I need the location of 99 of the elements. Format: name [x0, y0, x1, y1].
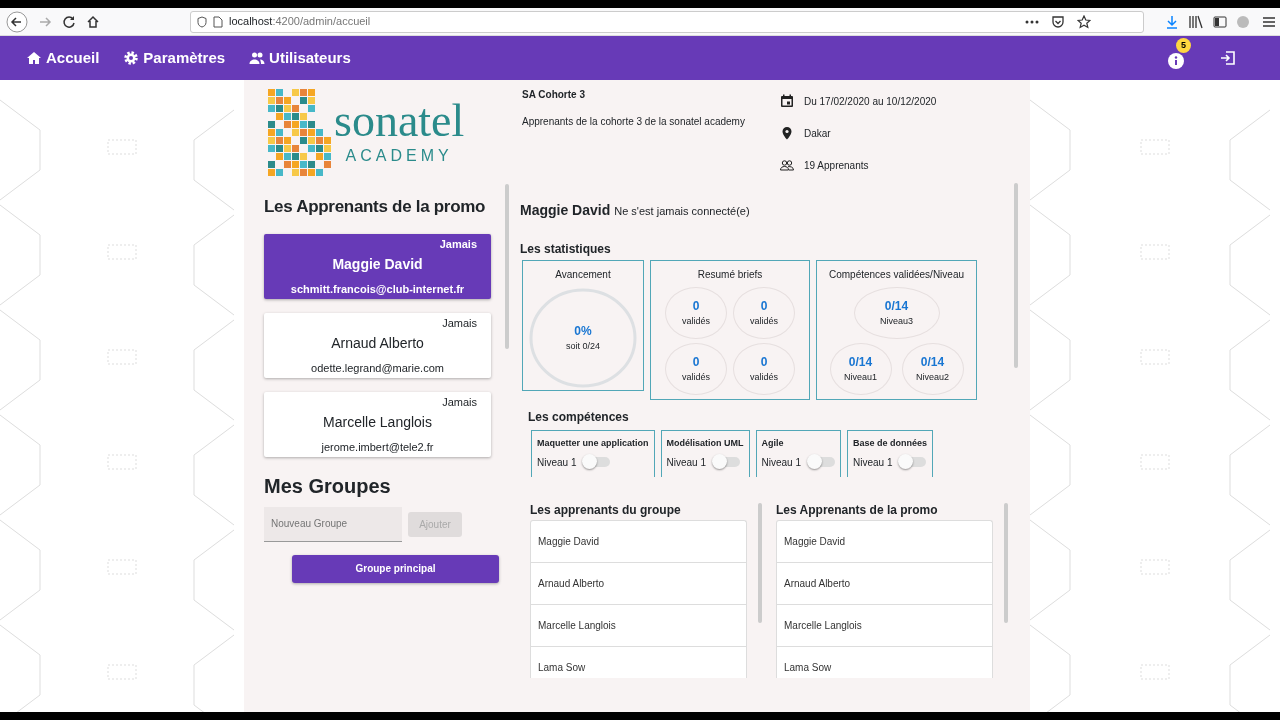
panel-title: Compétences validées/Niveau	[827, 268, 966, 282]
stat-label: validés	[682, 315, 710, 329]
sidebar-icon[interactable]	[1213, 15, 1227, 28]
shield-icon	[197, 15, 207, 28]
stat-value: 0	[692, 298, 700, 316]
stat-value: 0	[760, 298, 768, 316]
toggle-switch[interactable]	[584, 457, 611, 467]
main-group-button[interactable]: Groupe principal	[292, 554, 499, 583]
list-item[interactable]: Maggie David	[777, 521, 992, 563]
section-title: Les Apprenants de la promo	[264, 196, 487, 218]
notification-badge: 5	[1176, 38, 1191, 53]
stat-label: validés	[682, 371, 710, 385]
section-title: Mes Groupes	[264, 473, 392, 499]
scrollbar[interactable]	[505, 184, 509, 349]
learner-card[interactable]: Jamais Maggie David schmitt.francois@club-internet.fr	[264, 233, 491, 299]
panel-title: Avancement	[554, 268, 612, 282]
toggle-switch[interactable]	[809, 457, 835, 467]
stat-value: 0	[760, 354, 768, 372]
list-item[interactable]: Marcelle Langlois	[777, 605, 992, 647]
list-item[interactable]: Maggie David	[531, 521, 746, 563]
star-icon[interactable]	[1077, 14, 1091, 29]
library-icon[interactable]	[1188, 14, 1204, 29]
stat-label: validés	[750, 371, 778, 385]
nav-link[interactable]: Utilisateurs	[249, 46, 351, 70]
list-title: Les Apprenants de la promo	[776, 502, 939, 519]
home-icon[interactable]	[86, 14, 100, 29]
people-icon	[780, 158, 794, 172]
toggle-switch[interactable]	[714, 457, 740, 467]
progress-value: 0%	[573, 323, 593, 340]
pocket-icon[interactable]	[1051, 14, 1065, 29]
last-login-text: Jamais	[441, 315, 477, 331]
url-text: localhost:4200/admin/accueil	[229, 14, 371, 30]
nav-link[interactable]: Accueil	[26, 46, 100, 70]
cohort-description: Apprenants de la cohorte 3 de la sonatel academy	[522, 115, 746, 129]
home-icon	[26, 50, 42, 66]
people-icon	[249, 50, 266, 66]
level-label: Niveau 1	[666, 455, 706, 470]
list-item[interactable]: Marcelle Langlois	[531, 605, 746, 647]
section-title: Les compétences	[528, 409, 630, 426]
list-title: Les apprenants du groupe	[530, 502, 682, 519]
back-icon[interactable]	[6, 10, 28, 33]
scrollbar[interactable]	[1014, 183, 1018, 368]
stat-value: 0/14	[920, 354, 945, 372]
stat-value: 0/14	[848, 354, 873, 372]
login-icon[interactable]	[1220, 50, 1236, 66]
cohort-dates: Du 17/02/2020 au 10/12/2020	[804, 94, 937, 109]
learner-name: Arnaud Alberto	[330, 334, 425, 353]
learner-email: jerome.imbert@tele2.fr	[320, 440, 435, 455]
learner-name: Maggie David	[520, 202, 611, 218]
list-item[interactable]: Arnaud Alberto	[531, 563, 746, 605]
group-name-field[interactable]: Nouveau Groupe	[264, 506, 402, 542]
competence-name: Maquetter une application	[537, 437, 649, 450]
logo-text: sonatel	[334, 98, 465, 144]
stat-label: Niveau2	[916, 371, 949, 385]
level-label: Niveau 1	[853, 455, 893, 470]
list-item[interactable]: Lama Sow	[777, 647, 992, 678]
location-pin-icon	[780, 126, 794, 140]
last-login-text: Jamais	[438, 236, 477, 252]
competence-name: Base de données	[853, 437, 927, 450]
calendar-icon	[780, 94, 794, 108]
cohort-title: SA Cohorte 3	[522, 88, 586, 102]
learner-card[interactable]: Jamais Marcelle Langlois jerome.imbert@tele2.fr	[264, 391, 491, 457]
stat-label: Niveau1	[844, 371, 877, 385]
logo-mosaic-icon	[268, 89, 332, 177]
stat-label: Niveau3	[880, 315, 913, 329]
learner-email: schmitt.francois@club-internet.fr	[289, 282, 466, 297]
list-item[interactable]: Arnaud Alberto	[777, 563, 992, 605]
competence-name: Modélisation UML	[666, 437, 744, 450]
section-title: Les statistiques	[520, 241, 612, 258]
url-field[interactable]: localhost:4200/admin/accueil	[190, 10, 1144, 33]
page-icon	[213, 15, 223, 28]
list-item[interactable]: Lama Sow	[531, 647, 746, 678]
learner-name: Marcelle Langlois	[322, 413, 433, 432]
last-login-text: Jamais	[441, 394, 477, 410]
stat-value: 0	[692, 354, 700, 372]
stat-label: validés	[750, 315, 778, 329]
toggle-switch[interactable]	[900, 457, 927, 467]
download-icon[interactable]	[1165, 14, 1179, 29]
cohort-count: 19 Apprenants	[804, 158, 869, 173]
connection-status: Ne s'est jamais connecté(e)	[614, 205, 750, 217]
learner-email: odette.legrand@marie.com	[310, 361, 445, 376]
learner-card[interactable]: Jamais Arnaud Alberto odette.legrand@marie.com	[264, 312, 491, 378]
level-label: Niveau 1	[537, 455, 577, 470]
panel-title: Resumé briefs	[696, 268, 764, 282]
scrollbar[interactable]	[1004, 503, 1008, 623]
menu-icon[interactable]	[1262, 16, 1276, 28]
level-label: Niveau 1	[761, 455, 801, 470]
progress-count: soit 0/24	[565, 340, 601, 353]
info-icon[interactable]	[1168, 52, 1184, 69]
stat-value: 0/14	[884, 298, 909, 316]
scrollbar[interactable]	[758, 503, 762, 623]
learner-name: Maggie David	[331, 255, 424, 274]
logo-subtitle: ACADEMY	[344, 146, 454, 166]
reload-icon[interactable]	[62, 14, 76, 29]
more-icon[interactable]	[1025, 18, 1039, 25]
competence-name: Agile	[761, 437, 785, 450]
settings-icon	[123, 50, 140, 66]
nav-link[interactable]: Paramètres	[123, 46, 226, 70]
cohort-location: Dakar	[804, 126, 831, 141]
